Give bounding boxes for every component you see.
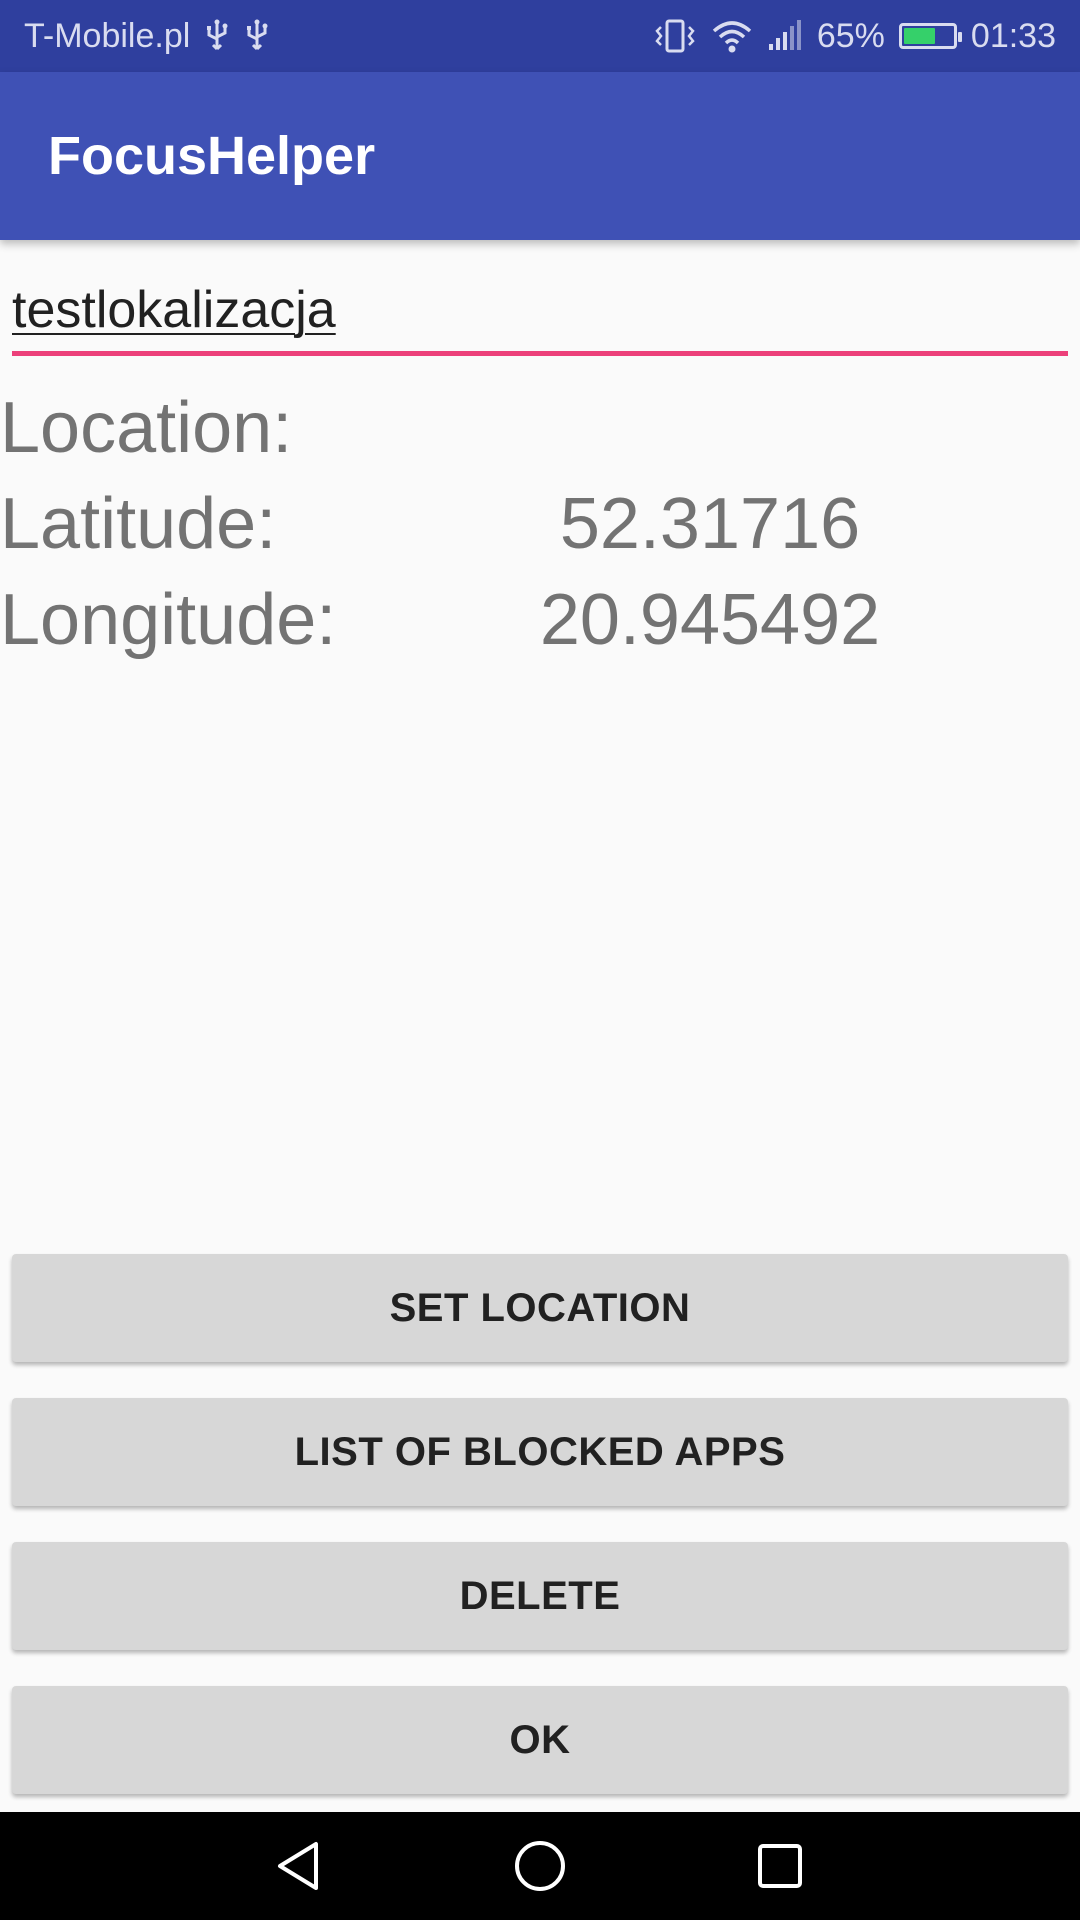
app-bar: FocusHelper [0,72,1080,240]
navigation-bar [0,1812,1080,1920]
location-header: Location: [0,388,293,468]
latitude-row: Latitude: 52.31716 [0,476,1080,572]
back-icon[interactable] [268,1834,332,1898]
status-bar-left: T-Mobile.pl [24,17,270,56]
battery-charging-icon [898,23,962,49]
status-bar-right: 65% 01:33 [653,17,1056,56]
battery-percent: 65% [816,16,885,55]
latitude-label: Latitude: [0,484,277,564]
location-name-field[interactable]: testlokalizacja [12,268,1068,356]
delete-button[interactable]: DELETE [12,1542,1068,1650]
location-name-value: testlokalizacja [12,280,336,339]
usb-icon [204,19,230,53]
longitude-label: Longitude: [0,580,337,660]
vibrate-icon [653,18,697,54]
carrier-name: T-Mobile.pl [24,16,191,55]
usb-icon [244,19,270,53]
clock: 01:33 [970,16,1056,55]
wifi-icon [711,19,753,53]
blocked-apps-button[interactable]: LIST OF BLOCKED APPS [12,1398,1068,1506]
recents-icon[interactable] [748,1834,812,1898]
signal-icon [767,20,803,52]
home-icon[interactable] [508,1834,572,1898]
status-bar: T-Mobile.pl 65% 01:33 [0,0,1080,72]
longitude-value: 20.945492 [539,580,881,660]
set-location-button[interactable]: SET LOCATION [12,1254,1068,1362]
longitude-row: Longitude: 20.945492 [0,572,1080,668]
location-header-row: Location: [0,380,1080,476]
screen: T-Mobile.pl 65% 01:33 FocusHelper testlo… [0,0,1080,1920]
latitude-value: 52.31716 [559,484,861,564]
app-title: FocusHelper [48,126,376,186]
battery-level-fill [903,28,936,44]
ok-button[interactable]: OK [12,1686,1068,1794]
